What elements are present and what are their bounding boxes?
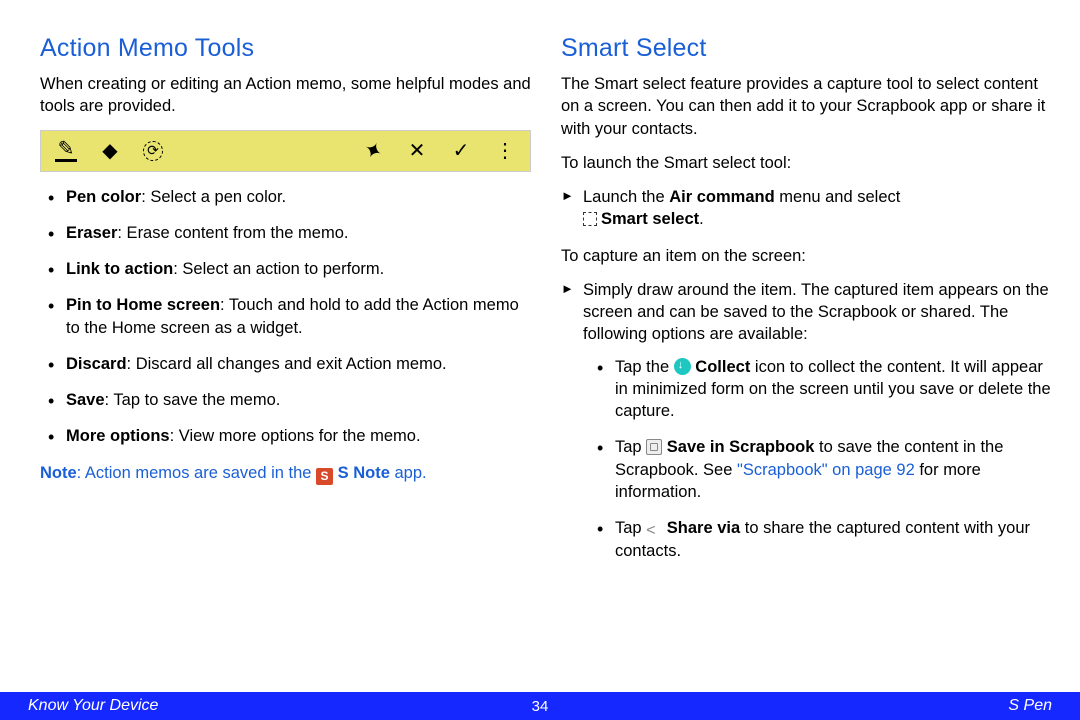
eraser-icon: ◆ — [99, 140, 121, 162]
capture-label: To capture an item on the screen: — [561, 245, 1052, 267]
smart-select-icon — [583, 212, 597, 226]
launch-label: To launch the Smart select tool: — [561, 152, 1052, 174]
list-item: Tap Save in Scrapbook to save the conten… — [593, 436, 1052, 503]
link-action-icon: ⟳ — [143, 141, 163, 161]
list-item: Link to action: Select an action to perf… — [44, 258, 531, 280]
list-item: Pen color: Select a pen color. — [44, 186, 531, 208]
page-number: 34 — [532, 698, 549, 715]
discard-icon: ✕ — [406, 140, 428, 162]
intro-action-memo: When creating or editing an Action memo,… — [40, 73, 531, 118]
share-icon: < — [646, 520, 662, 536]
left-column: Action Memo Tools When creating or editi… — [40, 34, 531, 576]
note-text: Note: Action memos are saved in the S S … — [40, 462, 531, 485]
list-item: More options: View more options for the … — [44, 425, 531, 447]
launch-step: Launch the Air command menu and select S… — [561, 186, 1052, 231]
save-icon: ✓ — [450, 140, 472, 162]
list-item: Pin to Home screen: Touch and hold to ad… — [44, 294, 531, 339]
heading-smart-select: Smart Select — [561, 34, 1052, 63]
list-item: Save: Tap to save the memo. — [44, 389, 531, 411]
list-item: Discard: Discard all changes and exit Ac… — [44, 353, 531, 375]
footer-left: Know Your Device — [28, 697, 158, 715]
page-footer: Know Your Device 34 S Pen — [0, 692, 1080, 720]
heading-action-memo: Action Memo Tools — [40, 34, 531, 63]
pencil-icon: ✎ — [55, 140, 77, 162]
capture-options: Tap the Collect icon to collect the cont… — [583, 356, 1052, 562]
right-column: Smart Select The Smart select feature pr… — [561, 34, 1052, 576]
action-memo-list: Pen color: Select a pen color. Eraser: E… — [40, 186, 531, 448]
intro-smart-select: The Smart select feature provides a capt… — [561, 73, 1052, 140]
scrapbook-icon — [646, 439, 662, 455]
collect-icon — [674, 358, 691, 375]
snote-icon: S — [316, 468, 333, 485]
pin-icon: ✦ — [358, 136, 387, 165]
list-item: Tap the Collect icon to collect the cont… — [593, 356, 1052, 423]
action-memo-toolbar: ✎ ◆ ⟳ ✦ ✕ ✓ ⋮ — [40, 130, 531, 172]
list-item: Eraser: Erase content from the memo. — [44, 222, 531, 244]
footer-right: S Pen — [1008, 697, 1052, 715]
scrapbook-link[interactable]: "Scrapbook" on page 92 — [737, 461, 915, 479]
list-item: Tap < Share via to share the captured co… — [593, 517, 1052, 562]
capture-step: Simply draw around the item. The capture… — [561, 279, 1052, 562]
more-icon: ⋮ — [494, 140, 516, 162]
